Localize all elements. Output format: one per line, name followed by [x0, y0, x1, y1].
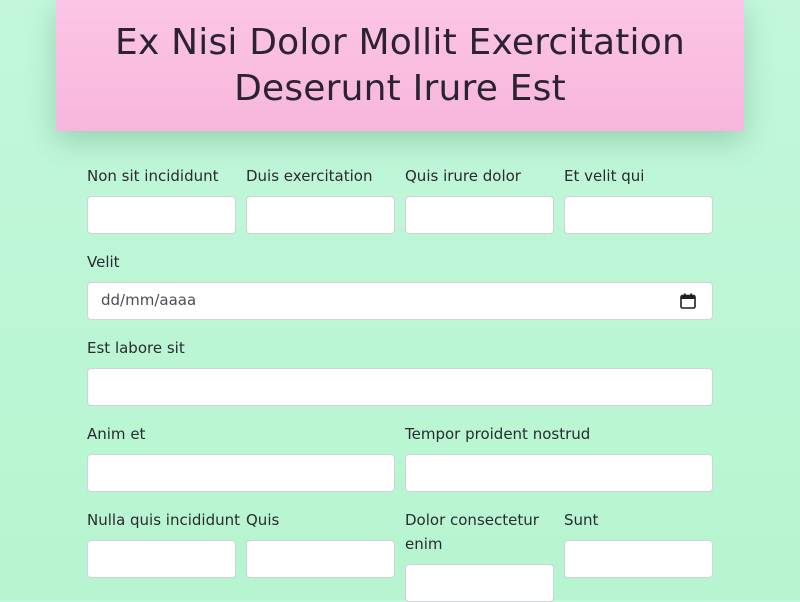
text-input[interactable] — [87, 540, 236, 578]
text-input[interactable] — [87, 196, 236, 234]
page-title: Ex Nisi Dolor Mollit Exercitation Deseru… — [115, 21, 685, 109]
field-label: Sunt — [564, 511, 599, 529]
calendar-icon[interactable] — [680, 293, 696, 309]
field-label: Et velit qui — [564, 167, 645, 185]
text-input[interactable] — [405, 454, 713, 492]
field-label: Tempor proident nostrud — [405, 425, 591, 443]
text-input[interactable] — [564, 540, 713, 578]
text-input[interactable] — [87, 368, 713, 406]
field-label: Nulla quis incididunt — [87, 511, 240, 529]
text-input[interactable] — [246, 540, 395, 578]
text-input[interactable] — [564, 196, 713, 234]
field-label: Anim et — [87, 425, 146, 443]
date-input[interactable]: dd/mm/aaaa — [87, 282, 713, 320]
text-input[interactable] — [246, 196, 395, 234]
field-label: Duis exercitation — [246, 167, 373, 185]
field-label: Non sit incididunt — [87, 167, 219, 185]
page-header: Ex Nisi Dolor Mollit Exercitation Deseru… — [56, 0, 744, 131]
text-input[interactable] — [405, 196, 554, 234]
field-label: Est labore sit — [87, 339, 185, 357]
text-input[interactable] — [87, 454, 395, 492]
text-input[interactable] — [405, 564, 554, 602]
field-label: Velit — [87, 253, 120, 271]
field-label: Dolor consectetur enim — [405, 511, 539, 553]
date-placeholder: dd/mm/aaaa — [101, 291, 197, 309]
field-label: Quis irure dolor — [405, 167, 521, 185]
field-label: Quis — [246, 511, 280, 529]
